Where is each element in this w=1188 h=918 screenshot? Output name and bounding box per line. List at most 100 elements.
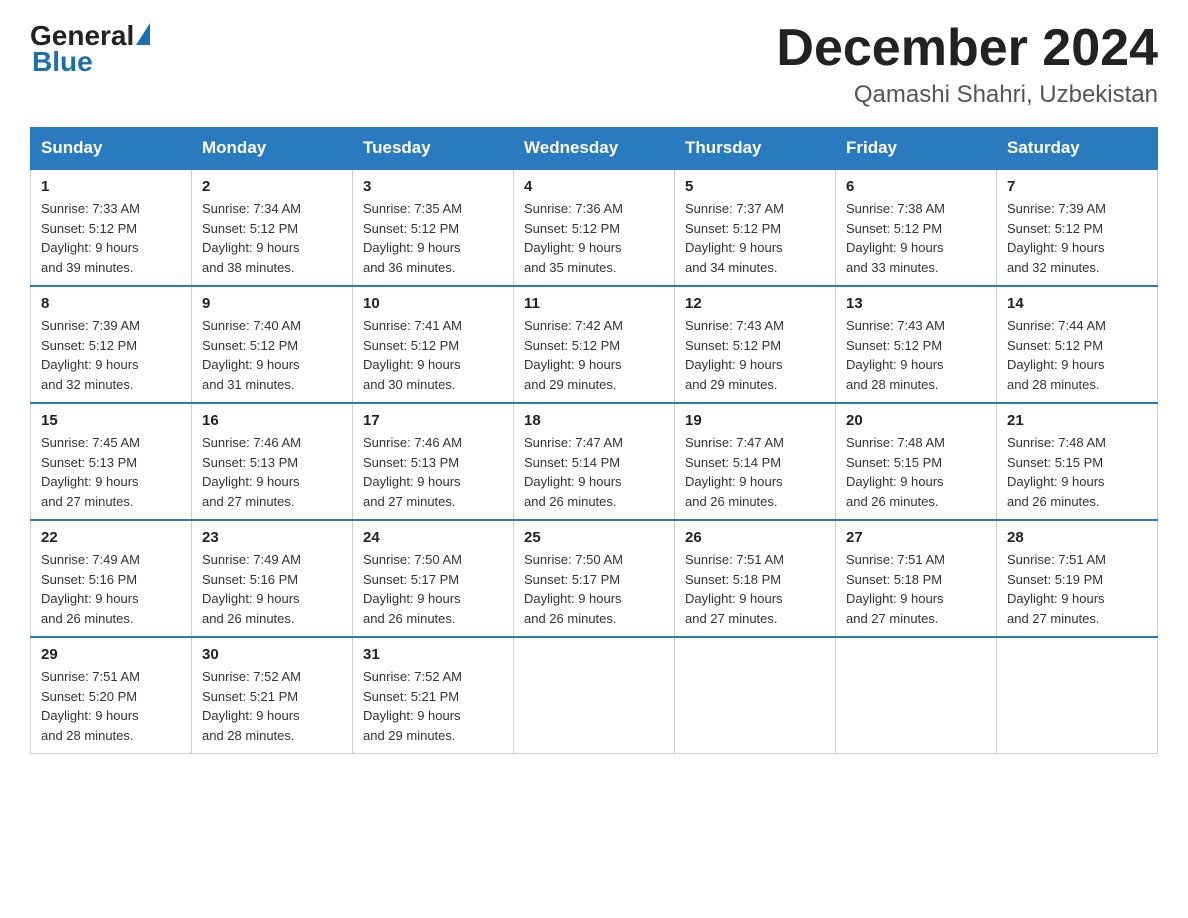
- calendar-cell: [514, 637, 675, 754]
- page-header: General Blue December 2024 Qamashi Shahr…: [30, 20, 1158, 109]
- calendar-cell: 17 Sunrise: 7:46 AM Sunset: 5:13 PM Dayl…: [353, 403, 514, 520]
- day-info: Sunrise: 7:52 AM Sunset: 5:21 PM Dayligh…: [363, 667, 503, 745]
- calendar-cell: 2 Sunrise: 7:34 AM Sunset: 5:12 PM Dayli…: [192, 169, 353, 286]
- day-number: 28: [1007, 529, 1147, 546]
- day-number: 5: [685, 178, 825, 195]
- logo-triangle-icon: [136, 23, 150, 45]
- calendar-cell: 19 Sunrise: 7:47 AM Sunset: 5:14 PM Dayl…: [675, 403, 836, 520]
- calendar-cell: 10 Sunrise: 7:41 AM Sunset: 5:12 PM Dayl…: [353, 286, 514, 403]
- day-info: Sunrise: 7:48 AM Sunset: 5:15 PM Dayligh…: [1007, 433, 1147, 511]
- day-number: 27: [846, 529, 986, 546]
- calendar-cell: 1 Sunrise: 7:33 AM Sunset: 5:12 PM Dayli…: [31, 169, 192, 286]
- calendar-cell: 16 Sunrise: 7:46 AM Sunset: 5:13 PM Dayl…: [192, 403, 353, 520]
- day-number: 10: [363, 295, 503, 312]
- day-number: 21: [1007, 412, 1147, 429]
- day-info: Sunrise: 7:50 AM Sunset: 5:17 PM Dayligh…: [524, 550, 664, 628]
- day-info: Sunrise: 7:38 AM Sunset: 5:12 PM Dayligh…: [846, 199, 986, 277]
- day-number: 29: [41, 646, 181, 663]
- calendar-cell: 4 Sunrise: 7:36 AM Sunset: 5:12 PM Dayli…: [514, 169, 675, 286]
- weekday-header-wednesday: Wednesday: [514, 128, 675, 170]
- calendar-cell: 13 Sunrise: 7:43 AM Sunset: 5:12 PM Dayl…: [836, 286, 997, 403]
- day-number: 3: [363, 178, 503, 195]
- day-info: Sunrise: 7:52 AM Sunset: 5:21 PM Dayligh…: [202, 667, 342, 745]
- day-number: 6: [846, 178, 986, 195]
- day-number: 25: [524, 529, 664, 546]
- calendar-cell: 30 Sunrise: 7:52 AM Sunset: 5:21 PM Dayl…: [192, 637, 353, 754]
- logo: General Blue: [30, 20, 152, 78]
- day-number: 26: [685, 529, 825, 546]
- day-info: Sunrise: 7:34 AM Sunset: 5:12 PM Dayligh…: [202, 199, 342, 277]
- weekday-header-thursday: Thursday: [675, 128, 836, 170]
- day-info: Sunrise: 7:44 AM Sunset: 5:12 PM Dayligh…: [1007, 316, 1147, 394]
- day-info: Sunrise: 7:39 AM Sunset: 5:12 PM Dayligh…: [1007, 199, 1147, 277]
- calendar-cell: 3 Sunrise: 7:35 AM Sunset: 5:12 PM Dayli…: [353, 169, 514, 286]
- day-number: 14: [1007, 295, 1147, 312]
- calendar-cell: 29 Sunrise: 7:51 AM Sunset: 5:20 PM Dayl…: [31, 637, 192, 754]
- calendar-cell: 15 Sunrise: 7:45 AM Sunset: 5:13 PM Dayl…: [31, 403, 192, 520]
- weekday-header-monday: Monday: [192, 128, 353, 170]
- calendar-week-row: 15 Sunrise: 7:45 AM Sunset: 5:13 PM Dayl…: [31, 403, 1158, 520]
- day-info: Sunrise: 7:45 AM Sunset: 5:13 PM Dayligh…: [41, 433, 181, 511]
- calendar-week-row: 29 Sunrise: 7:51 AM Sunset: 5:20 PM Dayl…: [31, 637, 1158, 754]
- calendar-cell: 25 Sunrise: 7:50 AM Sunset: 5:17 PM Dayl…: [514, 520, 675, 637]
- calendar-cell: 20 Sunrise: 7:48 AM Sunset: 5:15 PM Dayl…: [836, 403, 997, 520]
- day-info: Sunrise: 7:49 AM Sunset: 5:16 PM Dayligh…: [202, 550, 342, 628]
- day-number: 1: [41, 178, 181, 195]
- calendar-week-row: 22 Sunrise: 7:49 AM Sunset: 5:16 PM Dayl…: [31, 520, 1158, 637]
- day-number: 19: [685, 412, 825, 429]
- weekday-header-saturday: Saturday: [997, 128, 1158, 170]
- day-info: Sunrise: 7:42 AM Sunset: 5:12 PM Dayligh…: [524, 316, 664, 394]
- calendar-cell: 27 Sunrise: 7:51 AM Sunset: 5:18 PM Dayl…: [836, 520, 997, 637]
- day-number: 17: [363, 412, 503, 429]
- weekday-header-tuesday: Tuesday: [353, 128, 514, 170]
- day-info: Sunrise: 7:47 AM Sunset: 5:14 PM Dayligh…: [524, 433, 664, 511]
- calendar-cell: 5 Sunrise: 7:37 AM Sunset: 5:12 PM Dayli…: [675, 169, 836, 286]
- day-number: 15: [41, 412, 181, 429]
- weekday-header-sunday: Sunday: [31, 128, 192, 170]
- day-number: 12: [685, 295, 825, 312]
- day-info: Sunrise: 7:37 AM Sunset: 5:12 PM Dayligh…: [685, 199, 825, 277]
- day-number: 2: [202, 178, 342, 195]
- calendar-week-row: 8 Sunrise: 7:39 AM Sunset: 5:12 PM Dayli…: [31, 286, 1158, 403]
- calendar-cell: 6 Sunrise: 7:38 AM Sunset: 5:12 PM Dayli…: [836, 169, 997, 286]
- day-number: 30: [202, 646, 342, 663]
- day-info: Sunrise: 7:43 AM Sunset: 5:12 PM Dayligh…: [846, 316, 986, 394]
- day-info: Sunrise: 7:51 AM Sunset: 5:19 PM Dayligh…: [1007, 550, 1147, 628]
- day-number: 18: [524, 412, 664, 429]
- day-number: 8: [41, 295, 181, 312]
- calendar-cell: 12 Sunrise: 7:43 AM Sunset: 5:12 PM Dayl…: [675, 286, 836, 403]
- calendar-cell: 9 Sunrise: 7:40 AM Sunset: 5:12 PM Dayli…: [192, 286, 353, 403]
- day-number: 23: [202, 529, 342, 546]
- calendar-table: SundayMondayTuesdayWednesdayThursdayFrid…: [30, 127, 1158, 754]
- calendar-cell: 11 Sunrise: 7:42 AM Sunset: 5:12 PM Dayl…: [514, 286, 675, 403]
- calendar-cell: 7 Sunrise: 7:39 AM Sunset: 5:12 PM Dayli…: [997, 169, 1158, 286]
- calendar-week-row: 1 Sunrise: 7:33 AM Sunset: 5:12 PM Dayli…: [31, 169, 1158, 286]
- day-info: Sunrise: 7:43 AM Sunset: 5:12 PM Dayligh…: [685, 316, 825, 394]
- day-number: 9: [202, 295, 342, 312]
- day-info: Sunrise: 7:41 AM Sunset: 5:12 PM Dayligh…: [363, 316, 503, 394]
- day-info: Sunrise: 7:49 AM Sunset: 5:16 PM Dayligh…: [41, 550, 181, 628]
- day-number: 20: [846, 412, 986, 429]
- day-info: Sunrise: 7:40 AM Sunset: 5:12 PM Dayligh…: [202, 316, 342, 394]
- calendar-cell: 28 Sunrise: 7:51 AM Sunset: 5:19 PM Dayl…: [997, 520, 1158, 637]
- title-area: December 2024 Qamashi Shahri, Uzbekistan: [776, 20, 1158, 109]
- weekday-header-friday: Friday: [836, 128, 997, 170]
- day-info: Sunrise: 7:51 AM Sunset: 5:18 PM Dayligh…: [685, 550, 825, 628]
- day-number: 11: [524, 295, 664, 312]
- calendar-cell: 24 Sunrise: 7:50 AM Sunset: 5:17 PM Dayl…: [353, 520, 514, 637]
- calendar-cell: 8 Sunrise: 7:39 AM Sunset: 5:12 PM Dayli…: [31, 286, 192, 403]
- calendar-cell: 31 Sunrise: 7:52 AM Sunset: 5:21 PM Dayl…: [353, 637, 514, 754]
- calendar-cell: [836, 637, 997, 754]
- calendar-cell: 26 Sunrise: 7:51 AM Sunset: 5:18 PM Dayl…: [675, 520, 836, 637]
- day-info: Sunrise: 7:47 AM Sunset: 5:14 PM Dayligh…: [685, 433, 825, 511]
- day-info: Sunrise: 7:33 AM Sunset: 5:12 PM Dayligh…: [41, 199, 181, 277]
- calendar-cell: 18 Sunrise: 7:47 AM Sunset: 5:14 PM Dayl…: [514, 403, 675, 520]
- day-info: Sunrise: 7:46 AM Sunset: 5:13 PM Dayligh…: [202, 433, 342, 511]
- calendar-cell: 22 Sunrise: 7:49 AM Sunset: 5:16 PM Dayl…: [31, 520, 192, 637]
- day-info: Sunrise: 7:46 AM Sunset: 5:13 PM Dayligh…: [363, 433, 503, 511]
- day-number: 16: [202, 412, 342, 429]
- calendar-cell: 23 Sunrise: 7:49 AM Sunset: 5:16 PM Dayl…: [192, 520, 353, 637]
- day-info: Sunrise: 7:36 AM Sunset: 5:12 PM Dayligh…: [524, 199, 664, 277]
- day-info: Sunrise: 7:51 AM Sunset: 5:18 PM Dayligh…: [846, 550, 986, 628]
- day-number: 22: [41, 529, 181, 546]
